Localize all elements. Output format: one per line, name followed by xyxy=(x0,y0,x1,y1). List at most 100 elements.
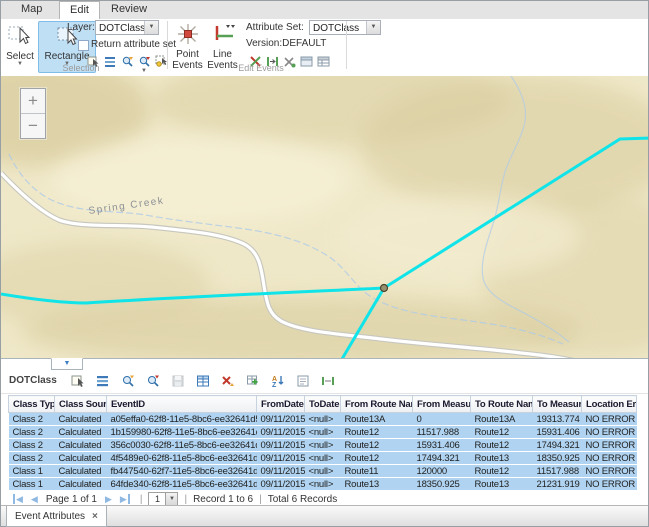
pan-to-selection-icon[interactable] xyxy=(146,374,160,388)
layer-dropdown[interactable]: DOTClass ▼ xyxy=(95,20,159,35)
page-indicator: Page 1 of 1 xyxy=(46,494,97,505)
table-cell: NO ERROR xyxy=(582,452,637,465)
table-row[interactable]: Class 2Calculateda05effa0-62f8-11e5-8bc6… xyxy=(9,413,637,426)
selection-mini-dropdown-caret[interactable]: ▼ xyxy=(141,69,147,74)
table-row[interactable]: Class 2Calculated356c0030-62f8-11e5-8bc6… xyxy=(9,439,637,452)
column-header[interactable]: From Route Name xyxy=(341,396,413,413)
zoom-to-selection-icon[interactable] xyxy=(121,374,135,388)
table-row[interactable]: Class 2Calculated4f5489e0-62f8-11e5-8bc6… xyxy=(9,452,637,465)
options-list-icon[interactable] xyxy=(96,374,110,388)
tab-edit[interactable]: Edit xyxy=(59,1,100,20)
tab-event-attributes[interactable]: Event Attributes × xyxy=(6,506,107,527)
table-cell: 1b159980-62f8-11e5-8bc6-ee32641d5ec9 xyxy=(107,426,257,439)
zoom-out-button[interactable]: − xyxy=(21,113,45,138)
table-row[interactable]: Class 1Calculatedfb447540-62f7-11e5-8bc6… xyxy=(9,465,637,478)
table-cell: <null> xyxy=(305,413,341,426)
event-attributes-panel: ▼ DOTClass AZ Class TypeClass SourceEven… xyxy=(1,358,648,526)
save-icon[interactable] xyxy=(171,374,185,388)
attribute-set-dropdown[interactable]: DOTClass ▼ xyxy=(309,20,381,35)
add-record-icon[interactable] xyxy=(246,374,260,388)
table-cell: Route11 xyxy=(341,465,413,478)
table-cell: 17494.321 xyxy=(413,452,471,465)
last-page-icon[interactable]: ▶ xyxy=(120,494,130,504)
column-header[interactable]: FromDate xyxy=(257,396,305,413)
application-window: Map Edit Review Select ▼ Rectangle ▼ Lay… xyxy=(0,0,649,527)
column-header[interactable]: To Measure xyxy=(533,396,582,413)
zoom-to-selected-icon[interactable] xyxy=(121,55,134,68)
column-header[interactable]: From Measure xyxy=(413,396,471,413)
table-cell: 15931.406 xyxy=(533,426,582,439)
map-view[interactable]: Spring Creek + − xyxy=(1,76,648,358)
event-table-icon[interactable] xyxy=(317,55,330,68)
point-events-button[interactable]: Point Events xyxy=(170,21,205,73)
table-cell: Route13 xyxy=(471,452,533,465)
select-tool-icon xyxy=(7,40,33,51)
column-header[interactable]: Class Type xyxy=(9,396,55,413)
table-row[interactable]: Class 2Calculated1b159980-62f8-11e5-8bc6… xyxy=(9,426,637,439)
table-cell: <null> xyxy=(305,452,341,465)
tab-event-attributes-label: Event Attributes xyxy=(15,511,85,522)
event-attributes-table: Class TypeClass SourceEventIDFromDateToD… xyxy=(8,395,637,491)
table-cell: 09/11/2015 xyxy=(257,426,305,439)
table-cell: 09/11/2015 xyxy=(257,465,305,478)
group-separator xyxy=(167,21,168,69)
table-cell: Route12 xyxy=(341,452,413,465)
layer-dropdown-value: DOTClass xyxy=(99,23,145,34)
chevron-down-icon: ▼ xyxy=(64,360,71,367)
selection-group-label: Selection xyxy=(41,63,121,73)
table-row[interactable]: Class 1Calculated64fde340-62f8-11e5-8bc6… xyxy=(9,478,637,491)
table-cell: 120000 xyxy=(413,465,471,478)
column-header[interactable]: EventID xyxy=(107,396,257,413)
next-page-icon[interactable]: ▶ xyxy=(105,494,112,504)
table-cell: Calculated xyxy=(55,452,107,465)
tab-map[interactable]: Map xyxy=(11,1,52,18)
table-cell: Route13A xyxy=(341,413,413,426)
column-header[interactable]: Location Error xyxy=(582,396,637,413)
table-body: Class 2Calculateda05effa0-62f8-11e5-8bc6… xyxy=(9,413,637,491)
table-cell: 356c0030-62f8-11e5-8bc6-ee32641d5ec9 xyxy=(107,439,257,452)
table-cell: Calculated xyxy=(55,439,107,452)
select-button[interactable]: Select ▼ xyxy=(3,21,37,73)
table-cell: <null> xyxy=(305,478,341,491)
table-cell: NO ERROR xyxy=(582,413,637,426)
layer-dropdown-arrow-icon[interactable]: ▼ xyxy=(144,21,158,34)
zoom-in-button[interactable]: + xyxy=(21,89,45,113)
sort-icon[interactable]: AZ xyxy=(271,374,285,388)
table-cell: 09/11/2015 xyxy=(257,478,305,491)
first-page-icon[interactable]: ◀ xyxy=(13,494,23,504)
measure-range-icon[interactable] xyxy=(321,374,335,388)
document-tab-bar: Event Attributes × xyxy=(1,505,648,526)
select-records-icon[interactable] xyxy=(71,374,85,388)
form-view-icon[interactable] xyxy=(296,374,310,388)
tab-review[interactable]: Review xyxy=(101,1,157,18)
table-cell: 18350.925 xyxy=(413,478,471,491)
page-number-dropdown-icon[interactable]: ▼ xyxy=(166,492,178,506)
attribute-table-icon[interactable] xyxy=(196,374,210,388)
page-number-input[interactable]: 1 xyxy=(148,492,166,506)
table-cell: Class 2 xyxy=(9,413,55,426)
table-cell: Calculated xyxy=(55,413,107,426)
svg-text:Z: Z xyxy=(272,382,277,388)
route-junction-vertex[interactable] xyxy=(381,285,388,292)
table-cell: Route12 xyxy=(471,439,533,452)
table-cell: NO ERROR xyxy=(582,465,637,478)
table-cell: 09/11/2015 xyxy=(257,413,305,426)
return-attribute-set-checkbox[interactable] xyxy=(78,40,89,51)
pan-to-selected-icon[interactable] xyxy=(138,55,151,68)
close-icon[interactable]: × xyxy=(92,511,98,522)
column-header[interactable]: Class Source xyxy=(55,396,107,413)
table-cell: Route12 xyxy=(341,426,413,439)
column-header[interactable]: ToDate xyxy=(305,396,341,413)
delete-record-icon[interactable] xyxy=(221,374,235,388)
point-events-icon xyxy=(175,38,201,49)
separator: | xyxy=(140,494,143,505)
panel-title: DOTClass xyxy=(9,375,57,386)
table-cell: 0 xyxy=(413,413,471,426)
basemap: Spring Creek xyxy=(1,76,648,358)
attribute-set-dropdown-arrow-icon[interactable]: ▼ xyxy=(366,21,380,34)
select-dropdown-caret[interactable]: ▼ xyxy=(4,62,36,67)
previous-page-icon[interactable]: ◀ xyxy=(31,494,38,504)
version-text: Version:DEFAULT xyxy=(246,38,326,49)
record-range-text: Record 1 to 6 xyxy=(193,494,253,505)
column-header[interactable]: To Route Name xyxy=(471,396,533,413)
